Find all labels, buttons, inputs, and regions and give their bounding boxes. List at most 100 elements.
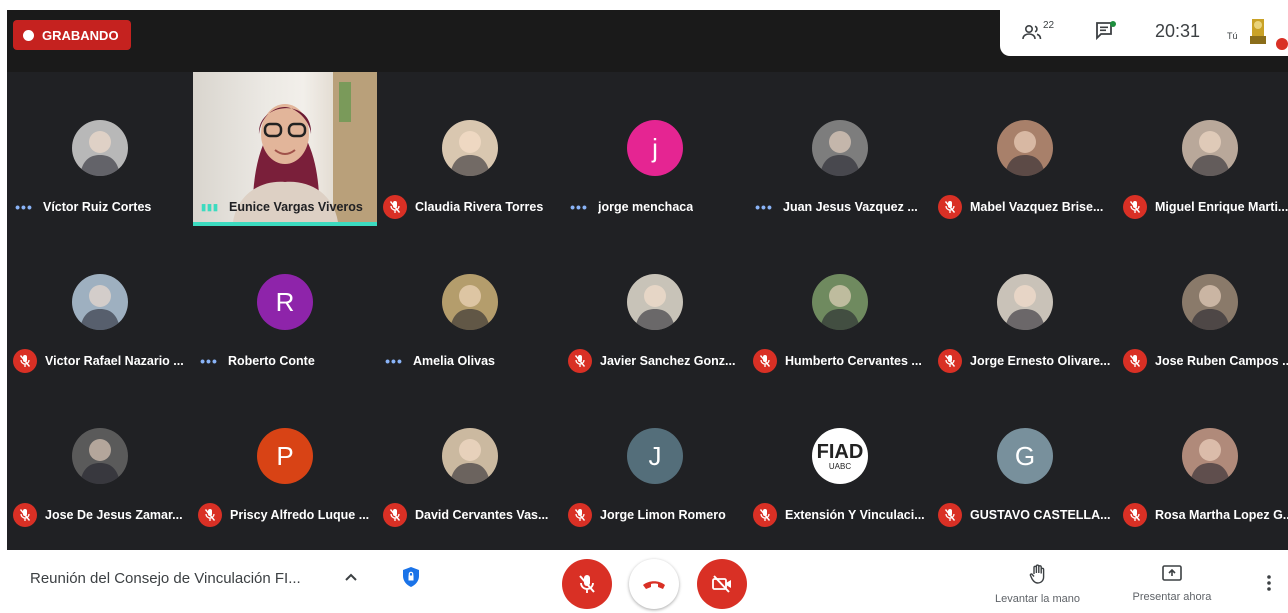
participant-name: Extensión Y Vinculaci... [785, 508, 925, 522]
avatar: FIAD UABC [812, 428, 868, 484]
chevron-up-icon[interactable] [344, 572, 358, 582]
participant-name-bar: ••• jorge menchaca [568, 197, 746, 217]
avatar-photo [1190, 131, 1230, 176]
avatar [72, 274, 128, 330]
participant-name-bar: Priscy Alfredo Luque ... [198, 503, 376, 527]
recording-dot-icon [23, 29, 34, 41]
participant-name: Jose De Jesus Zamar... [45, 508, 183, 522]
participant-name-bar: Jorge Ernesto Olivare... [938, 349, 1116, 373]
avatar [442, 274, 498, 330]
participant-tile[interactable]: Jose De Jesus Zamar... [7, 380, 191, 530]
participant-tile[interactable]: David Cervantes Vas... [377, 380, 561, 530]
participant-tile[interactable]: Victor Rafael Nazario ... [7, 226, 191, 376]
participant-tile[interactable]: P Priscy Alfredo Luque ... [192, 380, 376, 530]
avatar-logo-subtext: UABC [828, 461, 852, 471]
avatar: J [627, 428, 683, 484]
participant-name-bar: Miguel Enrique Marti... [1123, 195, 1288, 219]
participant-tile[interactable]: Jose Ruben Campos ... [1117, 226, 1288, 376]
participant-name: Miguel Enrique Marti... [1155, 200, 1288, 214]
avatar [442, 120, 498, 176]
avatar-letter: j [652, 132, 658, 163]
audio-level-icon: ••• [15, 199, 33, 215]
avatar-photo [1005, 131, 1045, 176]
meeting-title[interactable]: Reunión del Consejo de Vinculación FI... [30, 570, 301, 587]
raise-hand-label: Levantar la mano [995, 593, 1080, 605]
avatar [442, 428, 498, 484]
avatar-photo [820, 285, 860, 330]
participant-tile[interactable]: ••• Amelia Olivas [377, 226, 561, 376]
recording-label: GRABANDO [42, 27, 119, 43]
participant-name-bar: David Cervantes Vas... [383, 503, 561, 527]
self-muted-indicator [1276, 38, 1288, 50]
participant-name-bar: ••• Víctor Ruiz Cortes [13, 197, 191, 217]
participant-tile[interactable]: FIAD UABC Extensión Y Vinculaci... [747, 380, 931, 530]
participant-tile[interactable]: J Jorge Limon Romero [562, 380, 746, 530]
participant-name-bar: Rosa Martha Lopez G... [1123, 503, 1288, 527]
participant-tile[interactable]: Jorge Ernesto Olivare... [932, 226, 1116, 376]
avatar [72, 120, 128, 176]
avatar-photo [450, 285, 490, 330]
participant-name-bar: ••• Roberto Conte [198, 351, 376, 371]
participant-tile[interactable]: Claudia Rivera Torres [377, 72, 561, 222]
participant-name: Eunice Vargas Viveros [229, 200, 363, 214]
audio-level-icon: ••• [385, 353, 403, 369]
participant-name: Victor Rafael Nazario ... [45, 354, 184, 368]
mic-off-icon [13, 503, 37, 527]
avatar-photo [450, 439, 490, 484]
participant-name: Humberto Cervantes ... [785, 354, 922, 368]
avatar [997, 120, 1053, 176]
toggle-microphone-button[interactable] [562, 559, 612, 609]
shield-icon[interactable] [402, 566, 420, 588]
avatar-letter: R [275, 286, 295, 317]
mic-off-icon [753, 503, 777, 527]
you-label: Tú [1227, 31, 1238, 41]
participant-tile[interactable]: Humberto Cervantes ... [747, 226, 931, 376]
recording-badge: GRABANDO [13, 20, 131, 50]
people-count: 22 [1043, 20, 1055, 31]
participants-button[interactable]: 22 [1022, 20, 1062, 46]
avatar-photo [1190, 285, 1230, 330]
participant-name-bar: GUSTAVO CASTELLA... [938, 503, 1116, 527]
avatar-photo [450, 131, 490, 176]
participant-tile[interactable]: Miguel Enrique Marti... [1117, 72, 1288, 222]
toggle-camera-button[interactable] [697, 559, 747, 609]
avatar-photo [1190, 439, 1230, 484]
leave-call-button[interactable] [629, 559, 679, 609]
participant-tile[interactable]: Javier Sanchez Gonz... [562, 226, 746, 376]
participant-tile[interactable]: ••• Juan Jesus Vazquez ... [747, 72, 931, 222]
participant-name: Javier Sanchez Gonz... [600, 354, 736, 368]
mic-off-icon [1123, 349, 1147, 373]
participant-tile[interactable]: ••• Víctor Ruiz Cortes [7, 72, 191, 222]
avatar-letter: P [276, 440, 294, 471]
mic-off-icon [568, 503, 592, 527]
more-options-icon[interactable] [1266, 574, 1272, 592]
mic-off-icon [383, 195, 407, 219]
chat-icon[interactable] [1095, 21, 1117, 41]
participant-name-bar: Javier Sanchez Gonz... [568, 349, 746, 373]
avatar [812, 120, 868, 176]
present-icon [1162, 565, 1182, 581]
self-preview-avatar[interactable] [1248, 16, 1268, 46]
top-bar: GRABANDO 22 20:31 Tú [7, 10, 1288, 72]
avatar: j [627, 120, 683, 176]
avatar: G [997, 428, 1053, 484]
participant-tile[interactable]: Mabel Vazquez Brise... [932, 72, 1116, 222]
avatar: P [257, 428, 313, 484]
avatar [627, 274, 683, 330]
avatar [1182, 120, 1238, 176]
participant-name: David Cervantes Vas... [415, 508, 549, 522]
raise-hand-button[interactable]: Levantar la mano [985, 564, 1090, 605]
present-now-button[interactable]: Presentar ahora [1122, 564, 1222, 603]
participant-tile[interactable]: G GUSTAVO CASTELLA... [932, 380, 1116, 530]
participant-name: Jorge Limon Romero [600, 508, 726, 522]
participant-name: GUSTAVO CASTELLA... [970, 508, 1111, 522]
participant-name: Mabel Vazquez Brise... [970, 200, 1104, 214]
participant-name-bar: Extensión Y Vinculaci... [753, 503, 931, 527]
participant-name-bar: ▮▮▮ Eunice Vargas Viveros [199, 197, 377, 217]
participant-tile[interactable]: R ••• Roberto Conte [192, 226, 376, 376]
avatar-photo [80, 439, 120, 484]
avatar [1182, 274, 1238, 330]
participant-tile[interactable]: j ••• jorge menchaca [562, 72, 746, 222]
participant-tile[interactable]: Rosa Martha Lopez G... [1117, 380, 1288, 530]
participant-tile[interactable]: ▮▮▮ Eunice Vargas Viveros [193, 72, 377, 226]
